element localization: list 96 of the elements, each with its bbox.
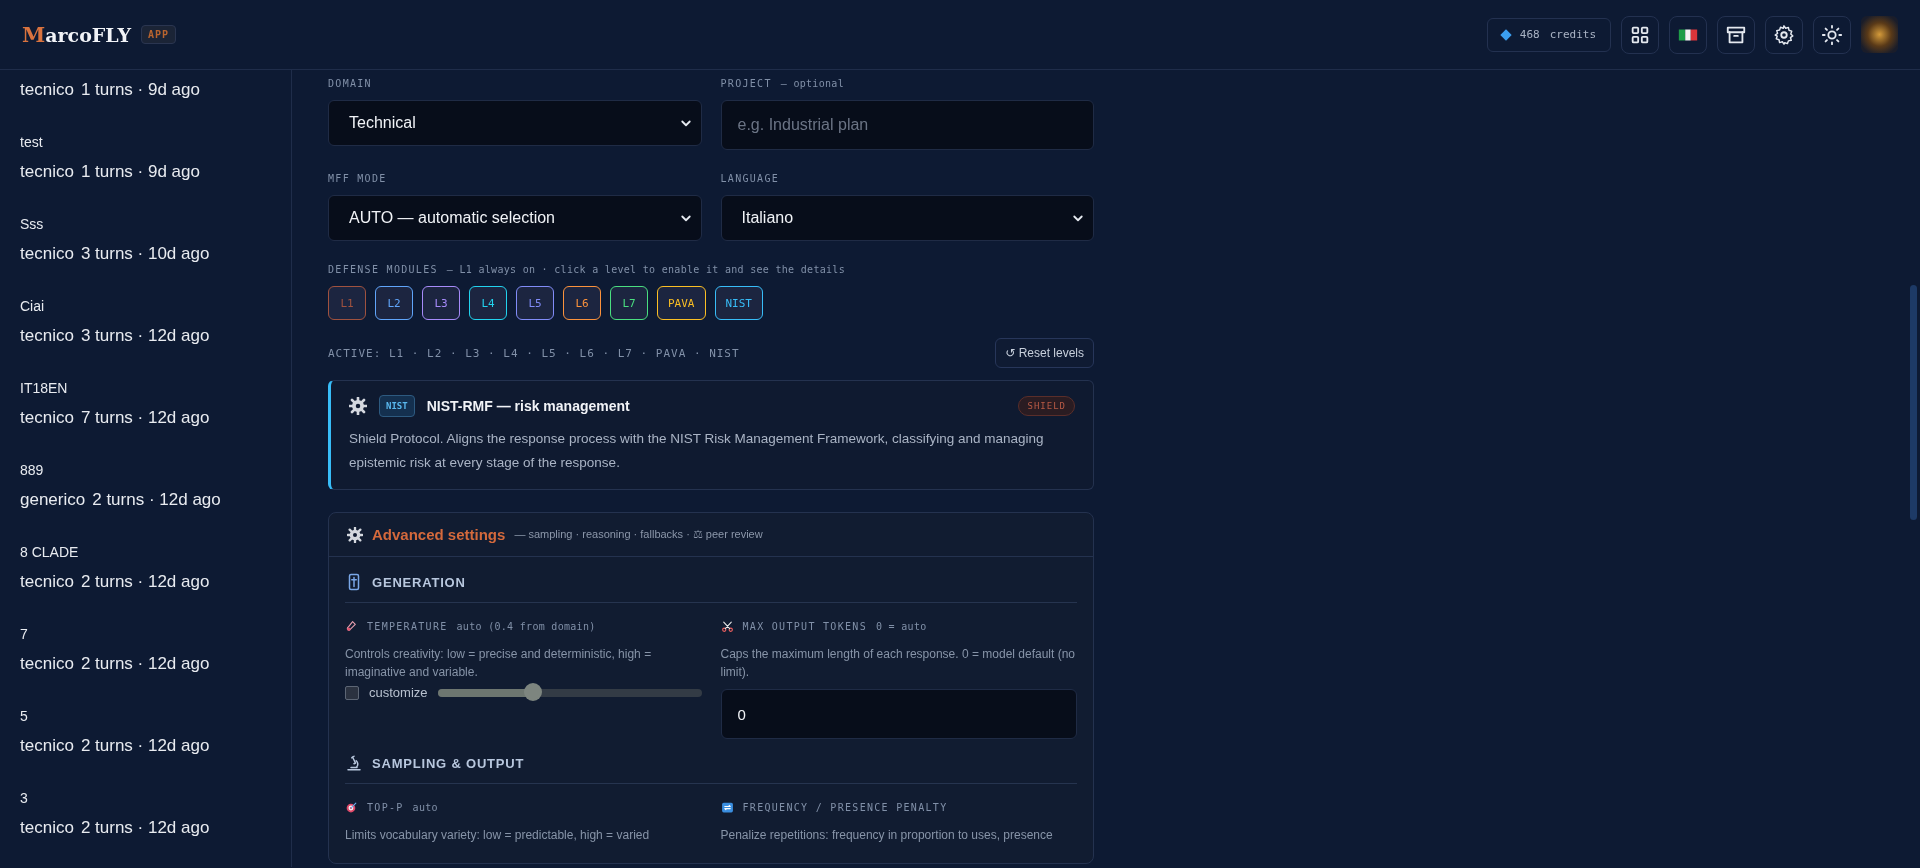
param-hint: 0 = auto (875, 621, 927, 632)
module-toggle[interactable]: L3 (422, 286, 460, 320)
dropdown-value: Italiano (741, 209, 794, 227)
session-meta: 1 turns · 9d ago (80, 162, 200, 182)
session-domain: tecnico (20, 654, 74, 674)
section-hint: — L1 always on · click a level to enable it and see the details (446, 264, 845, 275)
session-meta: 2 turns · 12d ago (92, 490, 221, 510)
session-meta: 2 turns · 12d ago (80, 572, 210, 592)
module-toggle[interactable]: L5 (516, 286, 554, 320)
field-hint: — optional (780, 78, 844, 89)
field-label: LANGUAGE (720, 173, 780, 184)
gear-icon (349, 397, 367, 415)
active-modules-text: ACTIVE: L1 · L2 · L3 · L4 · L5 · L6 · L7 · PAVA · NIST (328, 346, 740, 360)
sun-icon (1821, 23, 1843, 46)
session-title[interactable]: IT18EN (20, 380, 271, 396)
category-badge: SHIELD (1018, 396, 1075, 416)
module-toggle[interactable]: L2 (375, 286, 413, 320)
section-title: GENERATION (372, 574, 466, 590)
session-domain: tecnico (20, 244, 74, 264)
dropdown[interactable]: AUTO — automatic selection (328, 195, 702, 241)
theme-button[interactable] (1813, 15, 1851, 54)
session-title[interactable]: 889 (20, 462, 271, 478)
session-domain: tecnico (20, 736, 74, 756)
session-title[interactable]: test (20, 134, 271, 150)
apps-button[interactable] (1621, 15, 1659, 54)
session-meta: 7 turns · 12d ago (80, 408, 210, 428)
module-toggle[interactable]: L4 (469, 286, 507, 320)
session-title[interactable]: 5 (20, 708, 271, 724)
session-domain: tecnico (20, 162, 74, 182)
session-domain: tecnico (20, 80, 74, 100)
param-description: Caps the maximum length of each response. 0 = model default (no limit). (720, 646, 1077, 681)
reset-button[interactable]: ↺ Reset levels (995, 338, 1094, 368)
field-label: DOMAIN (328, 78, 372, 89)
module-tag: NIST (379, 395, 415, 417)
language-button[interactable] (1669, 15, 1707, 54)
target-icon (345, 801, 358, 814)
dropdown[interactable]: Italiano (720, 195, 1094, 241)
dropdown[interactable]: Technical (328, 100, 702, 146)
session-title[interactable]: 7 (20, 626, 271, 642)
credits-amount: 468 (1519, 28, 1540, 41)
field-label: MFF MODE (328, 173, 387, 184)
session-title[interactable]: 8 CLADE (20, 544, 271, 560)
panel-title[interactable]: Advanced settings (372, 526, 506, 543)
checkbox-label: customize (369, 685, 428, 700)
number-field[interactable]: 0 (720, 689, 1077, 739)
settings-icon (1773, 23, 1795, 46)
archive-button[interactable] (1717, 15, 1755, 54)
repeat-icon (720, 801, 734, 814)
module-toggle[interactable]: PAVA (657, 286, 706, 320)
session-domain: tecnico (20, 818, 74, 838)
settings-button[interactable] (1765, 15, 1803, 54)
microscope-icon (345, 754, 363, 772)
param-description: Limits vocabulary variety: low = predictable, high = varied (345, 827, 651, 844)
session-domain: tecnico (20, 572, 74, 592)
app-tag: APP (141, 25, 177, 44)
slider-thumb[interactable] (523, 682, 542, 701)
session-title[interactable]: Sss (20, 216, 271, 232)
section-title: SAMPLING & OUTPUT (372, 755, 525, 771)
session-title[interactable]: Ciai (20, 298, 271, 314)
module-toggle[interactable]: L7 (610, 286, 648, 320)
checkbox[interactable] (345, 685, 359, 700)
section-label: DEFENSE MODULES (328, 264, 438, 275)
scrollbar-thumb[interactable] (1910, 285, 1917, 520)
card-title: NIST-RMF — risk management (426, 398, 631, 414)
param-hint: auto (0.4 from domain) (456, 621, 596, 632)
param-label: MAX OUTPUT TOKENS (742, 621, 867, 632)
session-meta: 1 turns · 9d ago (80, 80, 200, 100)
session-domain: tecnico (20, 408, 74, 428)
dropdown-value: Technical (349, 114, 416, 132)
credits-label: credits (1549, 28, 1596, 41)
session-domain: generico (20, 490, 86, 510)
card-description: Shield Protocol. Aligns the response process with the NIST Risk Management Framework, classifying and managing epistemic risk at every stage of the response. (349, 430, 1045, 472)
param-label: TEMPERATURE (367, 621, 448, 632)
session-meta: 2 turns · 12d ago (80, 736, 210, 756)
session-domain: tecnico (20, 326, 74, 346)
session-meta: 2 turns · 12d ago (80, 654, 210, 674)
param-hint: auto (412, 802, 438, 813)
module-toggle[interactable]: L6 (563, 286, 601, 320)
text-field[interactable]: e.g. Industrial plan (720, 100, 1094, 150)
param-description: Controls creativity: low = precise and deterministic, high = imaginative and variable. (345, 646, 653, 681)
session-meta: 2 turns · 12d ago (80, 818, 210, 838)
field-label: PROJECT (720, 78, 772, 89)
module-toggle[interactable]: NIST (714, 286, 763, 320)
dropdown-value: AUTO — automatic selection (349, 209, 555, 227)
session-meta: 3 turns · 10d ago (80, 244, 210, 264)
app-logo: MarcoFLY (22, 22, 131, 47)
panel-subtitle: — sampling · reasoning · fallbacks · ⚖ peer review (514, 528, 763, 541)
param-description: Penalize repetitions: frequency in proportion to uses, presence (720, 827, 1054, 844)
param-label: FREQUENCY / PRESENCE PENALTY (742, 802, 948, 813)
session-meta: 3 turns · 12d ago (80, 326, 210, 346)
session-title[interactable]: 3 (20, 790, 271, 806)
thermometer-icon (345, 620, 358, 633)
param-label: TOP-P (367, 802, 404, 813)
avatar-image[interactable] (1861, 16, 1898, 53)
gear-icon (347, 526, 363, 543)
scissors-icon (720, 620, 734, 633)
